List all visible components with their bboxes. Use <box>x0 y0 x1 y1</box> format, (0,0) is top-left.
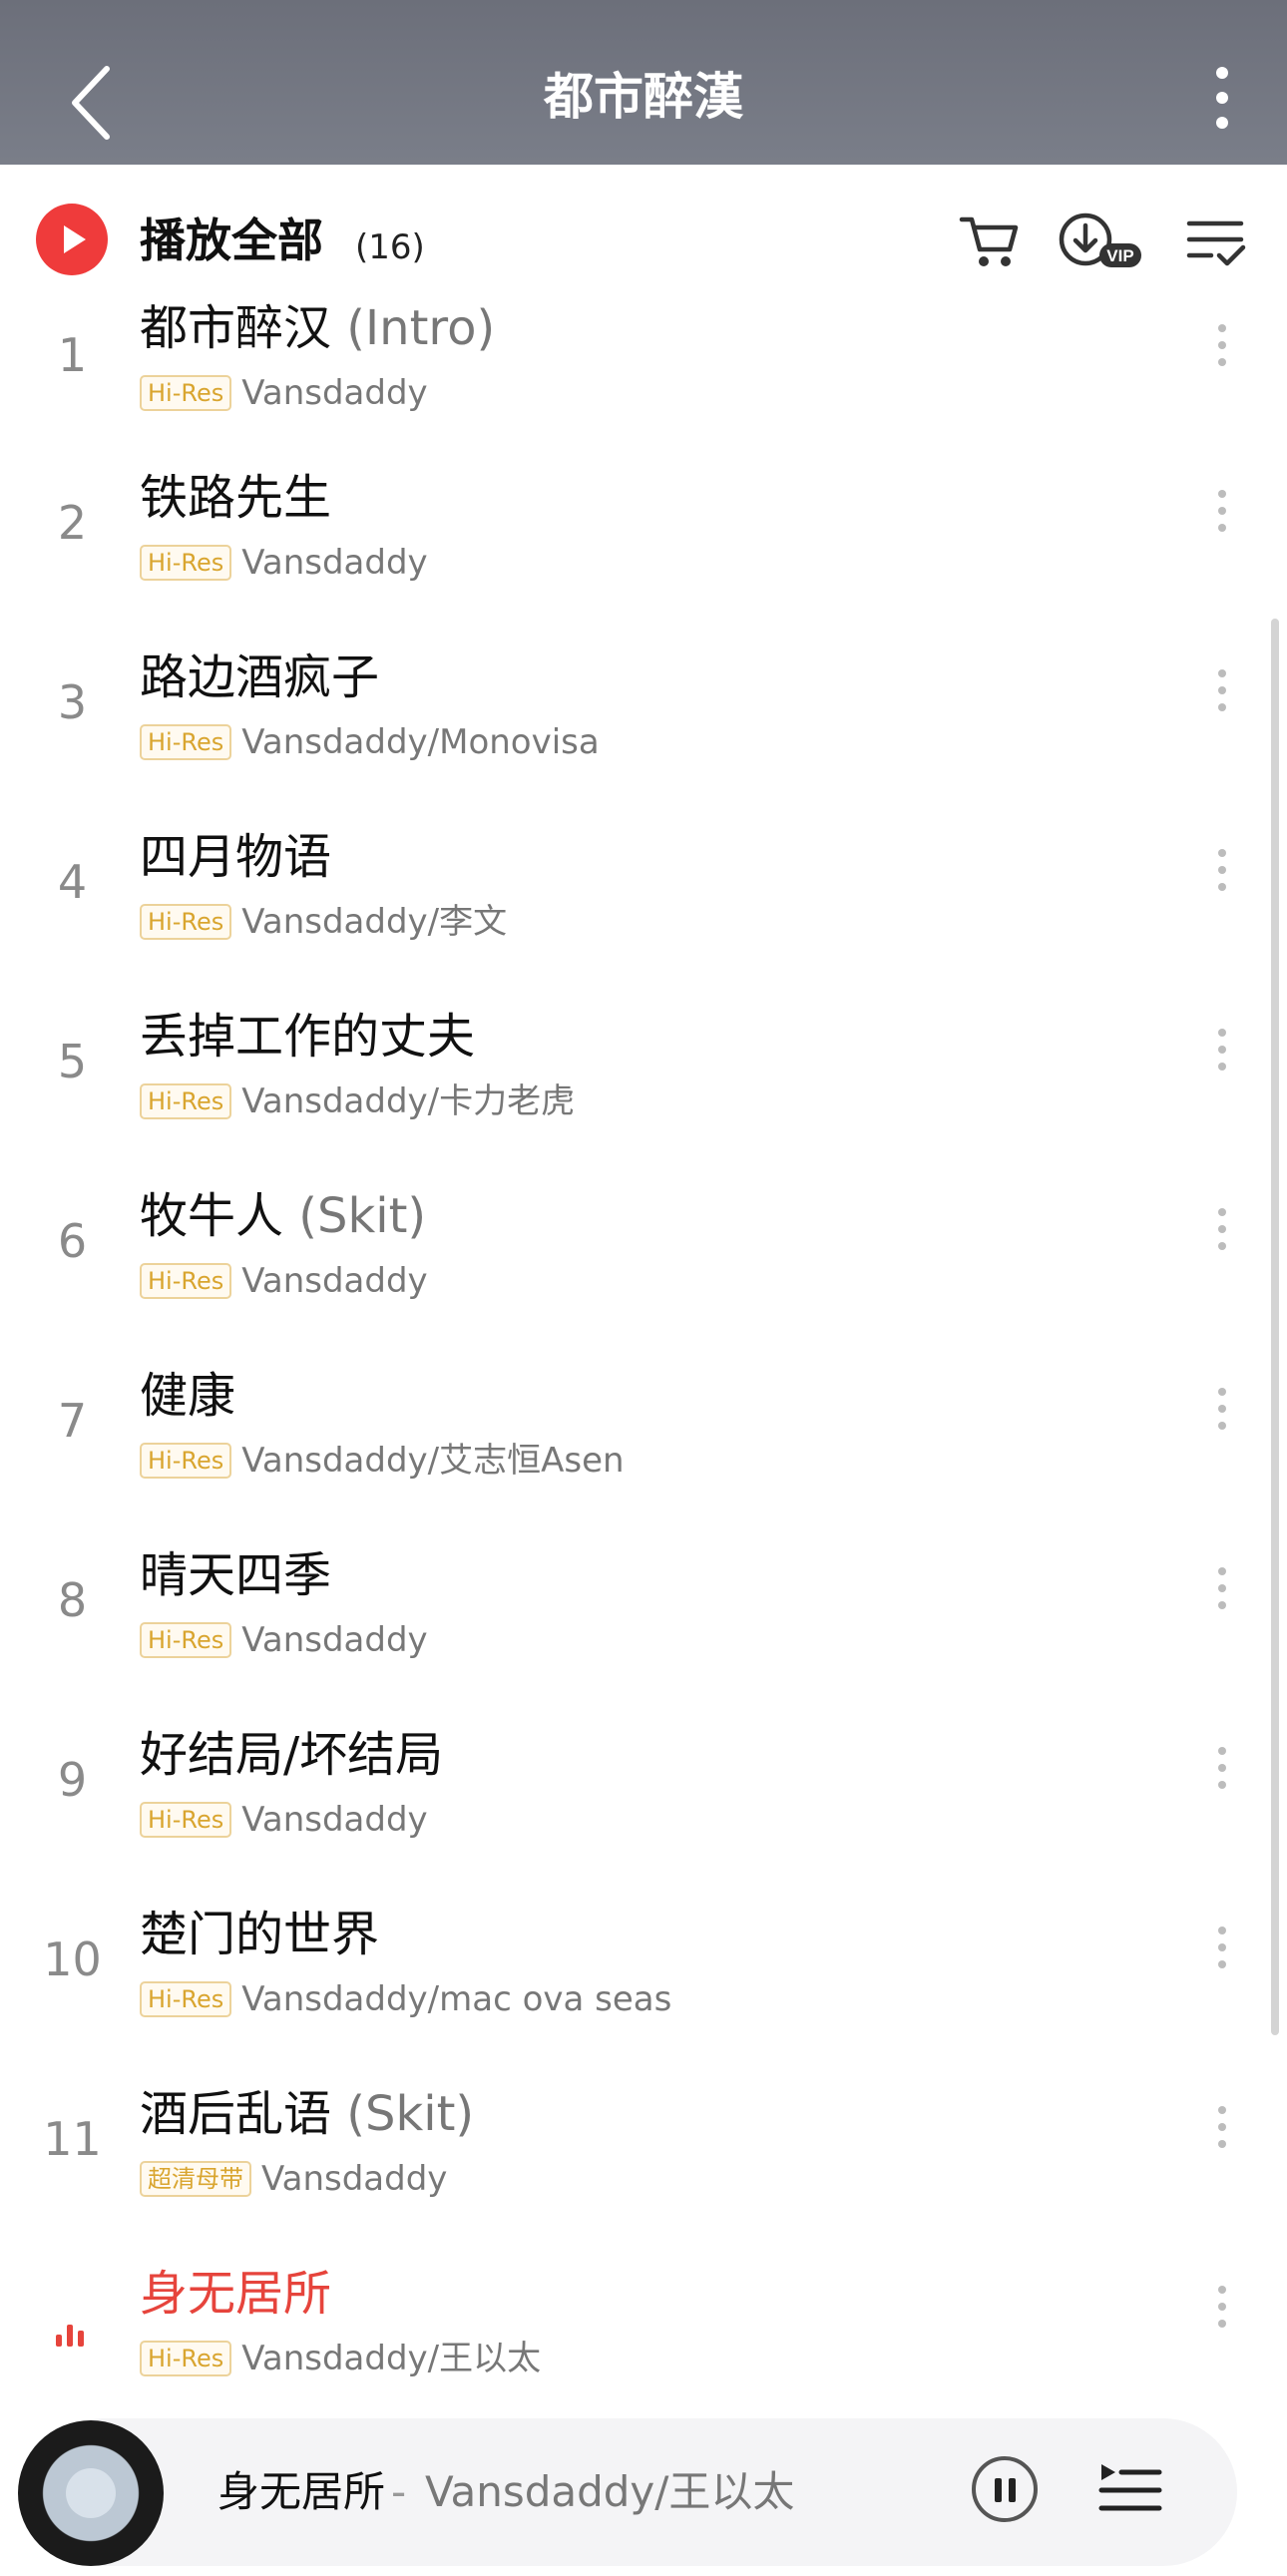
song-title: 健康 <box>140 1368 236 1424</box>
song-more-button[interactable] <box>1197 2101 1247 2181</box>
song-artist: Vansdaddy/Monovisa <box>241 722 600 762</box>
song-more-button[interactable] <box>1197 1024 1247 1103</box>
track-number: 1 <box>57 328 88 382</box>
cart-button[interactable] <box>956 210 1026 273</box>
now-playing-title: 身无居所 <box>217 2467 386 2516</box>
song-row[interactable]: 4 四月物语 Hi-Res Vansdaddy/李文 <box>0 794 1287 974</box>
scrollbar[interactable] <box>1271 619 1279 2035</box>
song-title: 铁路先生 <box>140 470 332 526</box>
quality-badge: Hi-Res <box>140 1802 232 1838</box>
song-artist: Vansdaddy <box>241 543 428 583</box>
song-title: 好结局/坏结局 <box>140 1727 444 1783</box>
song-list: 1 都市醉汉 (Intro) Hi-Res Vansdaddy 2 铁路先生 Hi… <box>0 299 1287 2410</box>
page-title: 都市醉漢 <box>544 68 743 126</box>
more-vertical-icon <box>1216 67 1228 79</box>
quality-badge: Hi-Res <box>140 2341 232 2376</box>
song-row[interactable]: 10 楚门的世界 Hi-Res Vansdaddy/mac ova seas <box>0 1872 1287 2051</box>
song-title: 牧牛人 (Skit) <box>140 1188 427 1244</box>
album-art <box>66 2468 116 2518</box>
play-circle-icon[interactable] <box>36 204 108 275</box>
song-artist: Vansdaddy <box>241 373 428 413</box>
vip-label: VIP <box>1106 246 1133 265</box>
more-options-button[interactable] <box>1197 60 1247 140</box>
cart-icon <box>959 216 1019 266</box>
quality-badge: Hi-Res <box>140 1443 232 1479</box>
song-artist: Vansdaddy <box>261 2159 448 2199</box>
track-number: 10 <box>43 1932 102 1986</box>
song-count: (16) <box>355 227 425 267</box>
song-row[interactable]: 2 铁路先生 Hi-Res Vansdaddy <box>0 435 1287 615</box>
song-more-button[interactable] <box>1197 844 1247 924</box>
quality-badge: Hi-Res <box>140 1981 232 2017</box>
song-more-button[interactable] <box>1197 1742 1247 1822</box>
quality-badge: Hi-Res <box>140 545 232 581</box>
top-bar: 都市醉漢 <box>0 0 1287 165</box>
quality-badge: Hi-Res <box>140 904 232 940</box>
track-number: 2 <box>57 496 88 550</box>
song-more-button[interactable] <box>1197 1922 1247 2001</box>
song-row[interactable]: 7 健康 Hi-Res Vansdaddy/艾志恒Asen <box>0 1333 1287 1512</box>
playlist-queue-icon <box>1098 2464 1162 2511</box>
play-all-label[interactable]: 播放全部 <box>140 211 323 270</box>
song-title: 酒后乱语 (Skit) <box>140 2086 475 2142</box>
play-all-bar: 播放全部 (16) VIP <box>0 165 1287 314</box>
track-number: 9 <box>57 1753 88 1807</box>
song-row-playing[interactable]: 身无居所 Hi-Res Vansdaddy/王以太 <box>0 2231 1287 2410</box>
song-title: 都市醉汉 (Intro) <box>140 300 496 356</box>
song-artist: Vansdaddy/李文 <box>241 902 508 942</box>
track-number: 6 <box>57 1214 88 1268</box>
song-row[interactable]: 8 晴天四季 Hi-Res Vansdaddy <box>0 1512 1287 1692</box>
track-number: 3 <box>57 675 88 729</box>
song-row[interactable]: 11 酒后乱语 (Skit) 超清母带 Vansdaddy <box>0 2051 1287 2231</box>
song-artist: Vansdaddy/王以太 <box>241 2339 542 2378</box>
pause-button[interactable] <box>972 2456 1038 2522</box>
song-row[interactable]: 3 路边酒疯子 Hi-Res Vansdaddy/Monovisa <box>0 615 1287 794</box>
quality-badge: Hi-Res <box>140 375 232 411</box>
song-title: 路边酒疯子 <box>140 649 380 705</box>
song-more-button[interactable] <box>1197 1203 1247 1283</box>
song-title: 丢掉工作的丈夫 <box>140 1009 476 1065</box>
multi-select-icon <box>1186 220 1246 266</box>
song-title: 晴天四季 <box>140 1547 332 1603</box>
track-number: 4 <box>57 855 88 909</box>
song-more-button[interactable] <box>1197 2281 1247 2361</box>
quality-badge: Hi-Res <box>140 724 232 760</box>
song-title: 身无居所 <box>140 2266 332 2322</box>
song-more-button[interactable] <box>1197 664 1247 744</box>
song-artist: Vansdaddy <box>241 1620 428 1660</box>
song-more-button[interactable] <box>1197 1562 1247 1642</box>
song-row[interactable]: 6 牧牛人 (Skit) Hi-Res Vansdaddy <box>0 1153 1287 1333</box>
quality-badge: Hi-Res <box>140 1263 232 1299</box>
download-vip-icon: VIP <box>1059 213 1141 267</box>
song-row[interactable]: 1 都市醉汉 (Intro) Hi-Res Vansdaddy <box>0 299 1287 435</box>
song-more-button[interactable] <box>1197 319 1247 399</box>
pause-icon <box>995 2478 1002 2502</box>
song-artist: Vansdaddy/mac ova seas <box>241 1979 672 2019</box>
song-artist: Vansdaddy/卡力老虎 <box>241 1081 576 1121</box>
track-number: 8 <box>57 1573 88 1627</box>
now-playing-artist: Vansdaddy/王以太 <box>425 2467 795 2516</box>
now-playing-separator: - <box>391 2467 407 2516</box>
track-number: 11 <box>43 2112 102 2166</box>
song-artist: Vansdaddy/艾志恒Asen <box>241 1441 625 1481</box>
song-title: 楚门的世界 <box>140 1907 380 1962</box>
song-artist: Vansdaddy <box>241 1800 428 1840</box>
now-playing-equalizer-icon <box>56 2323 90 2347</box>
quality-badge: Hi-Res <box>140 1083 232 1119</box>
quality-badge: 超清母带 <box>140 2161 251 2197</box>
track-number: 7 <box>57 1394 88 1448</box>
playlist-queue-button[interactable] <box>1097 2458 1163 2520</box>
song-row[interactable]: 5 丢掉工作的丈夫 Hi-Res Vansdaddy/卡力老虎 <box>0 974 1287 1153</box>
track-number: 5 <box>57 1035 88 1088</box>
song-more-button[interactable] <box>1197 485 1247 565</box>
song-artist: Vansdaddy <box>241 1261 428 1301</box>
download-button[interactable]: VIP <box>1056 210 1145 273</box>
multi-select-button[interactable] <box>1183 210 1253 273</box>
song-more-button[interactable] <box>1197 1383 1247 1463</box>
song-title: 四月物语 <box>140 829 332 885</box>
song-row[interactable]: 9 好结局/坏结局 Hi-Res Vansdaddy <box>0 1692 1287 1872</box>
quality-badge: Hi-Res <box>140 1622 232 1658</box>
